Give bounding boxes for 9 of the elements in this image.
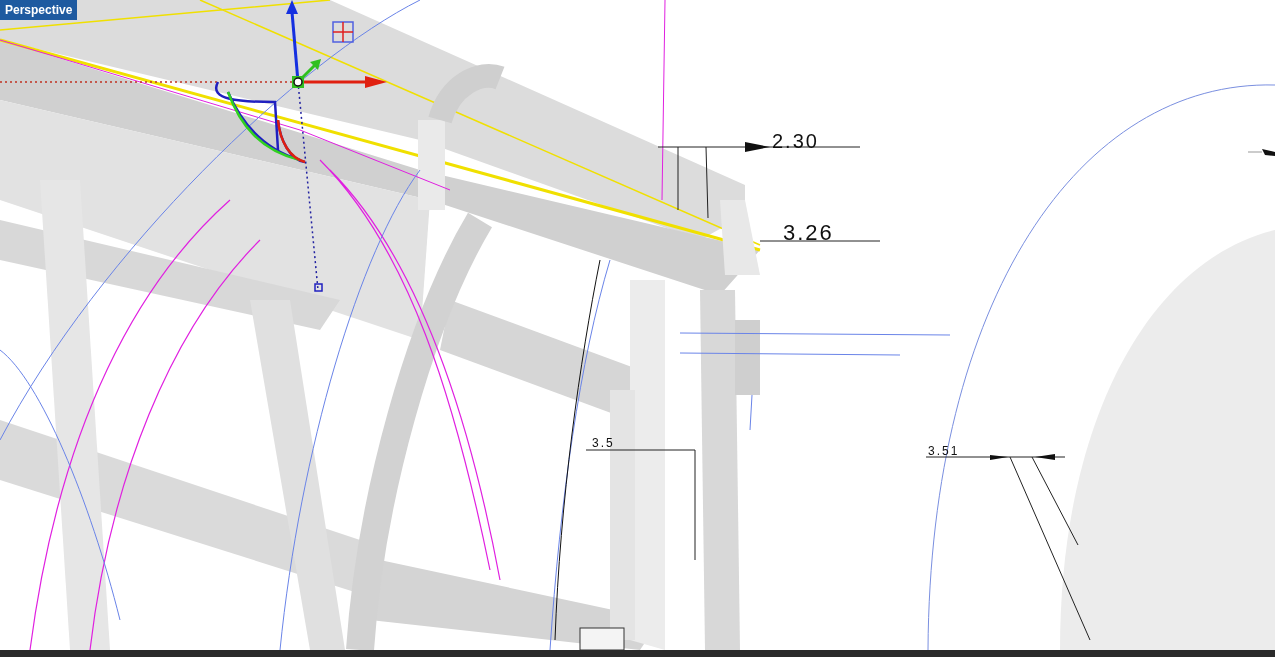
viewport-title[interactable]: Perspective xyxy=(0,0,78,20)
gumball-drawing[interactable] xyxy=(0,0,387,292)
dimension-label: 3.5 xyxy=(592,436,615,450)
dimension-label: 3.51 xyxy=(928,444,960,458)
dimension-label: 2.30 xyxy=(772,130,819,152)
dimension-label: 3.26 xyxy=(783,220,834,245)
cplane-grid-icon xyxy=(332,21,354,43)
dimension-arrow-icon xyxy=(1247,149,1275,156)
viewport[interactable]: 2.30 3.26 3.5 3.51 Perspective xyxy=(0,0,1275,657)
